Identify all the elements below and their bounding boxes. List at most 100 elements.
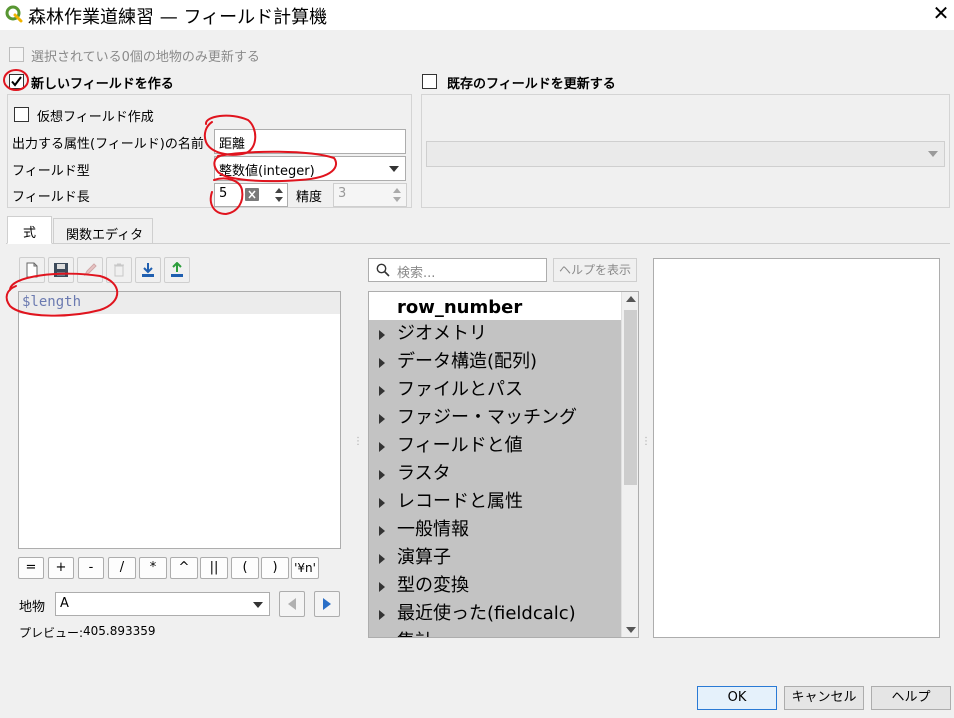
chevron-down-icon <box>389 166 399 172</box>
function-item-row-number[interactable]: row_number <box>369 294 621 322</box>
virtual-field-label: 仮想フィールド作成 <box>37 110 154 125</box>
arrow-right-icon <box>323 598 331 610</box>
operator-minus-button[interactable]: - <box>78 557 104 579</box>
create-new-field-label: 新しいフィールドを作る <box>31 77 174 92</box>
operator-close-paren-button[interactable]: ) <box>261 557 289 579</box>
precision-label: 精度 <box>296 190 323 205</box>
help-panel <box>653 258 940 638</box>
edit-button[interactable] <box>77 257 103 283</box>
expression-code: $length <box>22 294 82 310</box>
window-title: 森林作業道練習 — フィールド計算機 <box>28 7 328 28</box>
function-tree[interactable]: row_number ジオメトリ データ構造(配列) ファイルとパス ファジー・… <box>368 291 639 638</box>
splitter-handle[interactable]: ⋮ <box>641 437 651 447</box>
next-feature-button[interactable] <box>314 591 340 617</box>
trash-icon <box>114 263 124 277</box>
operator-equals-button[interactable]: = <box>18 557 44 579</box>
expand-arrow-icon <box>379 470 385 480</box>
download-icon <box>142 263 154 277</box>
expand-arrow-icon <box>379 526 385 536</box>
selected-only-label: 選択されている0個の地物のみ更新する <box>31 50 260 65</box>
expand-arrow-icon <box>379 582 385 592</box>
function-group[interactable]: ファジー・マッチング <box>369 404 621 432</box>
save-button[interactable] <box>48 257 74 283</box>
field-type-label: フィールド型 <box>12 164 90 179</box>
precision-spinner[interactable] <box>390 184 404 206</box>
field-type-value: 整数値(integer) <box>219 164 315 179</box>
ok-button[interactable]: OK <box>697 686 777 710</box>
operator-open-paren-button[interactable]: ( <box>231 557 259 579</box>
selected-only-checkbox[interactable] <box>9 47 24 62</box>
function-group[interactable]: データ構造(配列) <box>369 348 621 376</box>
operator-multiply-button[interactable]: * <box>139 557 167 579</box>
chevron-down-icon <box>928 151 938 157</box>
output-name-input[interactable]: 距離 <box>214 129 406 154</box>
update-existing-label: 既存のフィールドを更新する <box>447 77 616 92</box>
function-group[interactable]: 最近使った(fieldcalc) <box>369 600 621 628</box>
function-search-input[interactable]: 検索... <box>368 258 547 282</box>
tab-expression[interactable]: 式 <box>7 216 52 244</box>
function-group[interactable]: ラスタ <box>369 460 621 488</box>
operator-plus-button[interactable]: + <box>48 557 74 579</box>
upload-icon <box>171 262 183 277</box>
check-icon <box>11 76 22 87</box>
operator-power-button[interactable]: ^ <box>170 557 198 579</box>
previous-feature-button[interactable] <box>279 591 305 617</box>
function-group[interactable]: ジオメトリ <box>369 320 621 348</box>
expression-editor[interactable]: $length <box>18 291 341 549</box>
function-group[interactable]: 演算子 <box>369 544 621 572</box>
cancel-button[interactable]: キャンセル <box>784 686 864 710</box>
preview-value: 405.893359 <box>83 624 156 638</box>
tab-function-editor[interactable]: 関数エディタ <box>53 218 153 244</box>
operator-divide-button[interactable]: / <box>108 557 136 579</box>
new-file-button[interactable] <box>19 257 45 283</box>
field-length-spinner[interactable] <box>272 184 286 206</box>
qgis-logo-icon <box>5 5 23 23</box>
update-existing-checkbox[interactable] <box>422 74 437 89</box>
field-length-label: フィールド長 <box>12 190 90 205</box>
create-new-field-checkbox[interactable] <box>9 74 24 89</box>
close-button[interactable]: ✕ <box>930 1 952 25</box>
precision-value: 3 <box>338 186 347 201</box>
output-name-label: 出力する属性(フィールド)の名前 <box>12 137 204 152</box>
feature-label: 地物 <box>19 600 46 615</box>
scroll-up-icon <box>626 296 636 302</box>
expand-arrow-icon <box>379 386 385 396</box>
field-type-select[interactable]: 整数値(integer) <box>214 156 406 181</box>
function-group[interactable]: フィールドと値 <box>369 432 621 460</box>
scroll-down-icon <box>626 627 636 633</box>
function-group[interactable]: 型の変換 <box>369 572 621 600</box>
export-button[interactable] <box>164 257 190 283</box>
title-bar: 森林作業道練習 — フィールド計算機 ✕ <box>0 0 954 30</box>
virtual-field-checkbox[interactable] <box>14 107 29 122</box>
function-group[interactable]: ファイルとパス <box>369 376 621 404</box>
show-help-button[interactable]: ヘルプを表示 <box>553 258 637 282</box>
clear-value-icon[interactable] <box>245 188 259 201</box>
function-group[interactable]: 一般情報 <box>369 516 621 544</box>
search-placeholder: 検索... <box>397 266 436 281</box>
tab-label: 関数エディタ <box>66 228 144 243</box>
scroll-thumb[interactable] <box>624 310 637 485</box>
function-list-scrollbar[interactable] <box>621 292 638 637</box>
expand-arrow-icon <box>379 554 385 564</box>
search-icon <box>376 263 390 277</box>
delete-button[interactable] <box>106 257 132 283</box>
operator-newline-button[interactable]: '¥n' <box>291 557 319 579</box>
splitter-handle[interactable]: ⋮ <box>353 437 363 447</box>
feature-value: A <box>60 596 69 611</box>
tab-label: 式 <box>22 226 36 241</box>
chevron-down-icon <box>253 602 263 608</box>
expand-arrow-icon <box>379 498 385 508</box>
feature-select[interactable]: A <box>55 592 270 616</box>
new-file-icon <box>26 262 38 278</box>
field-length-value: 5 <box>219 186 228 201</box>
help-button[interactable]: ヘルプ <box>871 686 951 710</box>
function-group[interactable]: レコードと属性 <box>369 488 621 516</box>
function-group[interactable]: 集計 <box>369 628 621 637</box>
existing-field-select[interactable] <box>426 141 945 167</box>
pencil-icon <box>83 263 97 277</box>
expand-arrow-icon <box>379 330 385 340</box>
operator-concat-button[interactable]: || <box>200 557 228 579</box>
expand-arrow-icon <box>379 610 385 620</box>
import-button[interactable] <box>135 257 161 283</box>
preview-label: プレビュー: <box>19 626 84 640</box>
